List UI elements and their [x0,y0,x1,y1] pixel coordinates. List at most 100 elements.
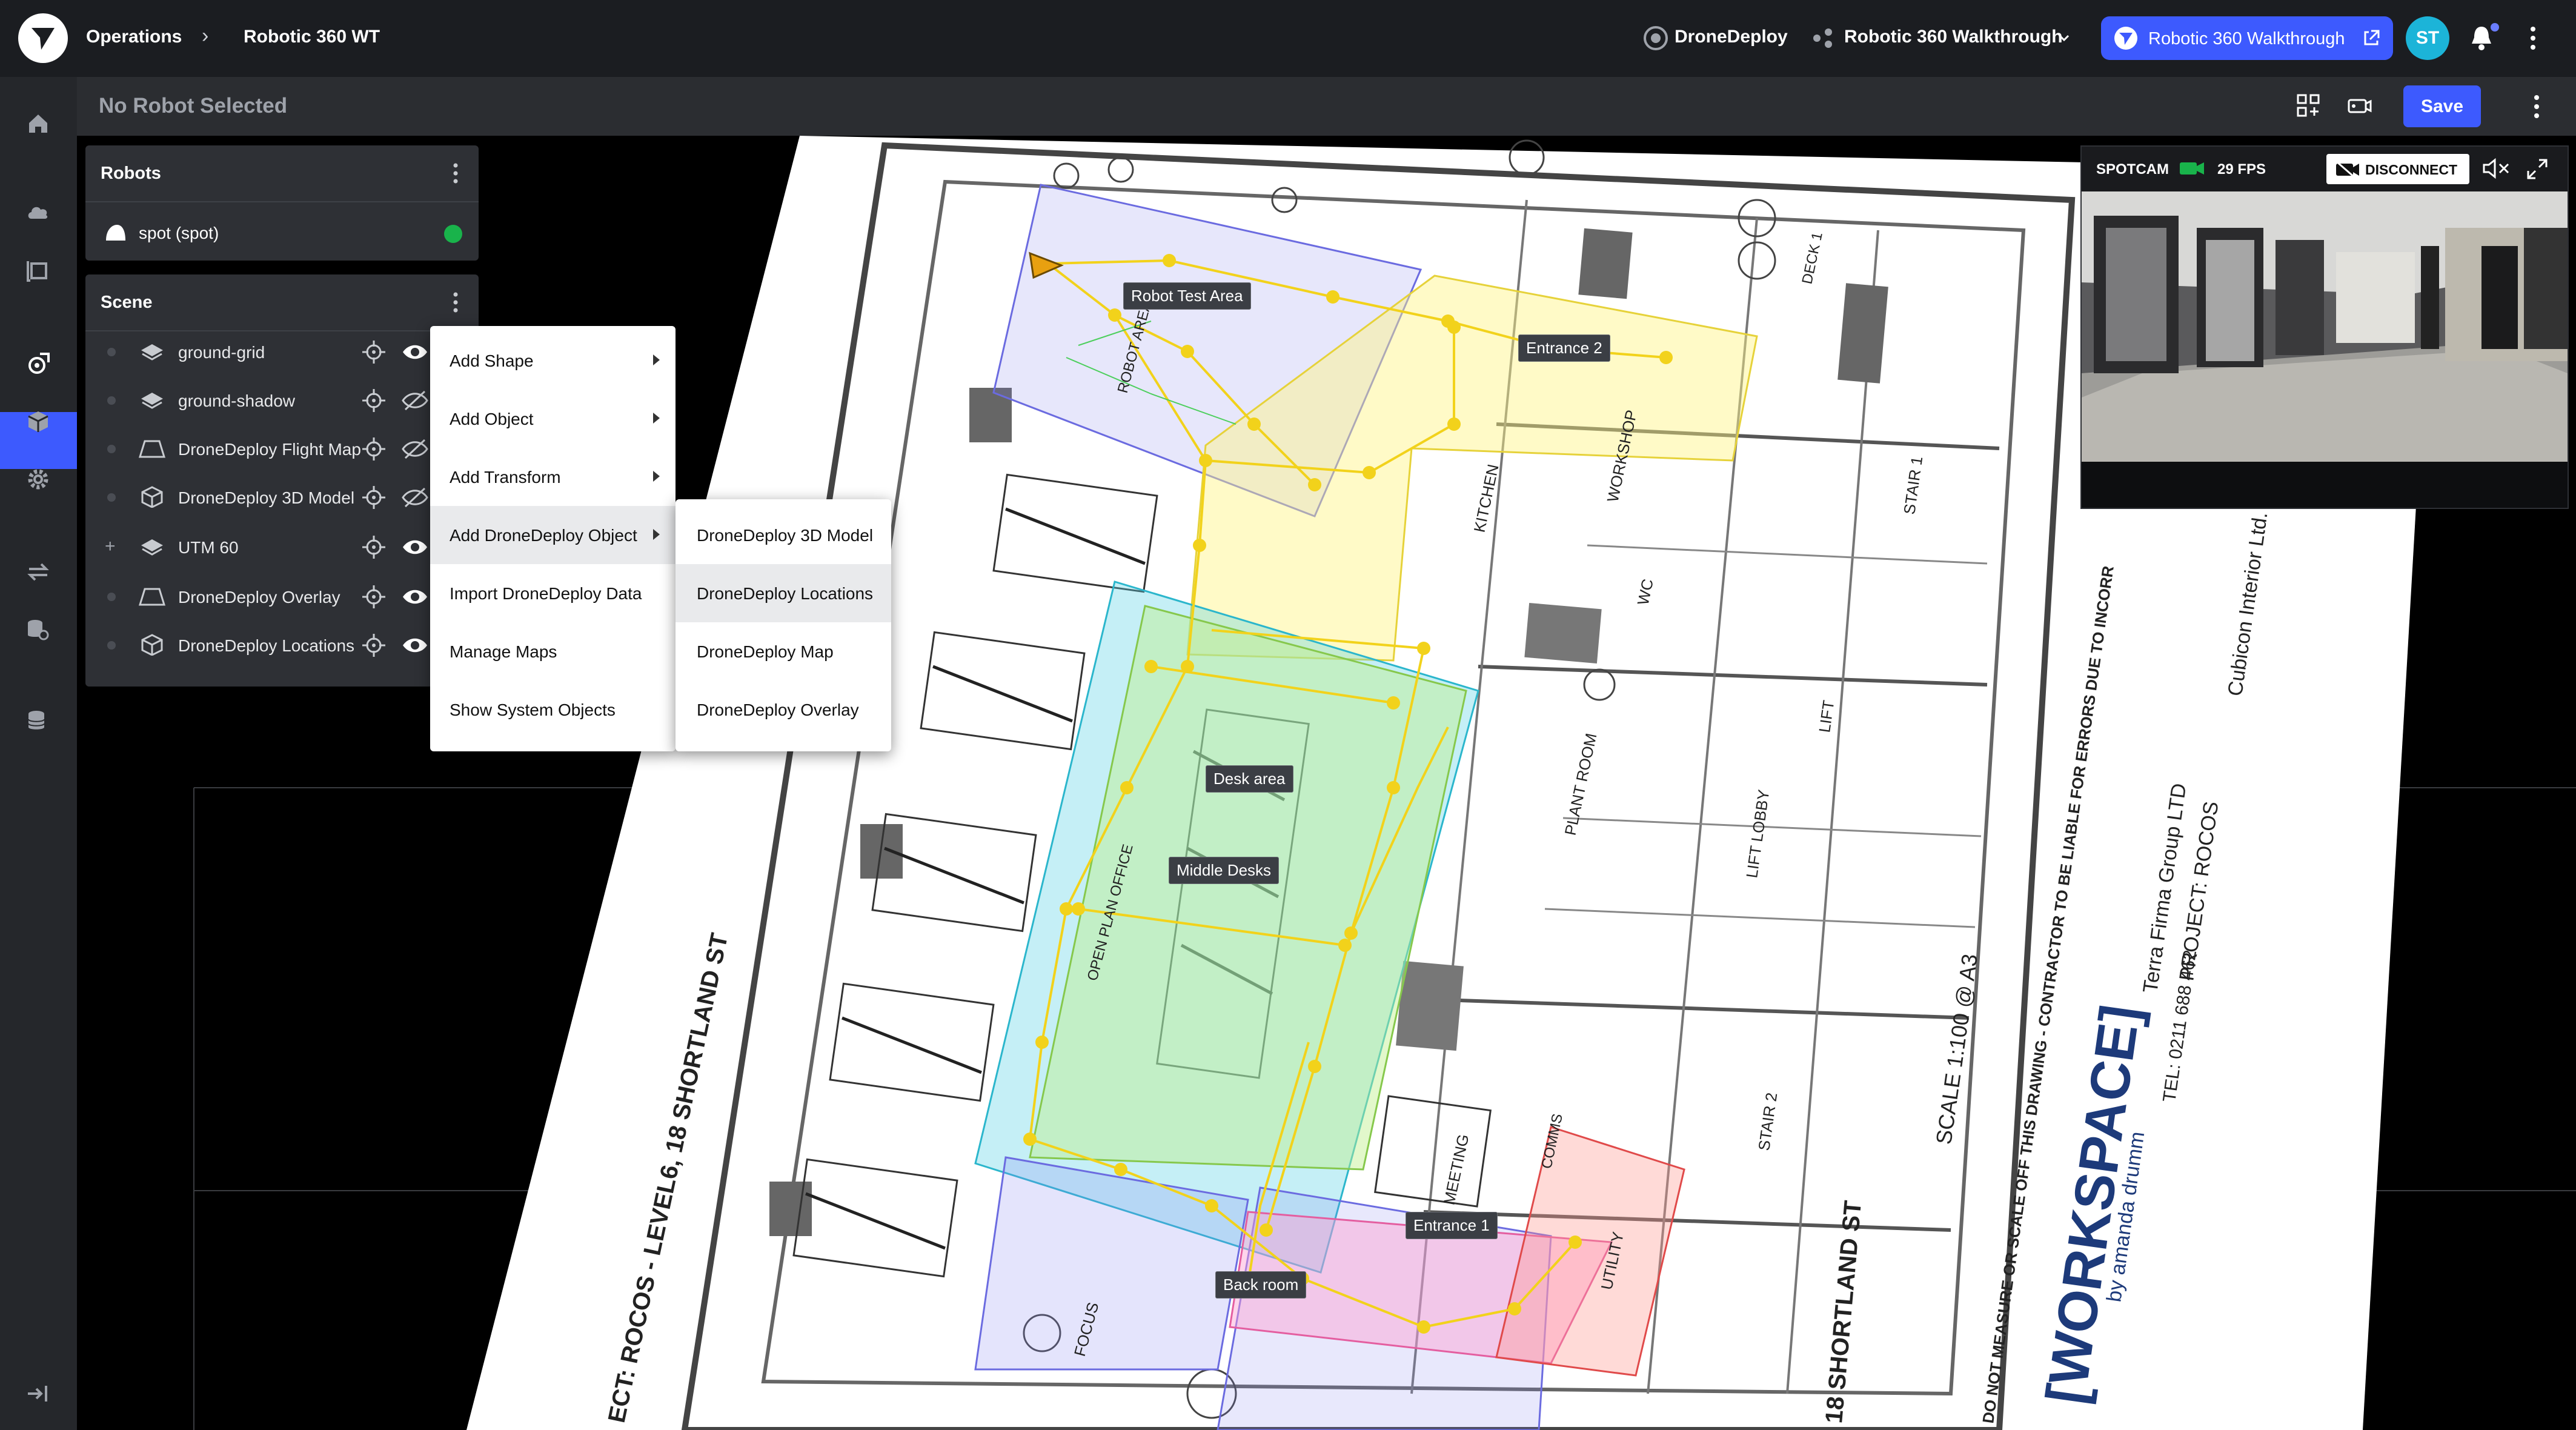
database-icon[interactable] [24,707,52,734]
scene-item[interactable]: DroneDeploy 3D Model [85,476,479,519]
submenu-item-map[interactable]: DroneDeploy Map [676,622,891,680]
submenu-arrow-icon [653,413,660,424]
eye-off-icon[interactable] [402,486,428,509]
target-icon[interactable] [361,633,387,658]
more-options-icon[interactable] [2531,93,2543,121]
submenu-item-overlay[interactable]: DroneDeploy Overlay [676,680,891,739]
scene-item[interactable]: DroneDeploy Flight Map [85,428,479,470]
submenu-item-locations[interactable]: DroneDeploy Locations [676,564,891,622]
video-off-icon [2335,160,2359,178]
menu-item-add-object[interactable]: Add Object [430,390,676,448]
scene-item[interactable]: DroneDeploy Overlay [85,576,479,618]
project-link-button[interactable]: Robotic 360 Walkthrough [2101,16,2393,60]
collapse-sidebar-icon[interactable] [24,1380,52,1408]
camera-video-frame [2082,191,2568,462]
layers-icon [141,539,163,556]
settings-gear-icon[interactable] [24,465,52,493]
expand-plus-icon[interactable]: + [105,536,116,557]
scene-item-label: ground-grid [178,343,265,362]
eye-icon[interactable] [402,341,428,364]
dronedeploy-brand-icon [1644,26,1668,50]
scene-panel: Scene ground-grid ground-shadow DroneDep… [85,274,479,687]
zone-label-desk-area[interactable]: Desk area [1206,765,1293,793]
submenu-item-3d-model[interactable]: DroneDeploy 3D Model [676,506,891,564]
scene-item[interactable]: DroneDeploy Locations [85,624,479,667]
more-options-icon[interactable] [2527,24,2539,52]
scene-panel-title: Scene [101,293,153,312]
zone-label-back-room[interactable]: Back room [1215,1271,1307,1299]
robot-status-indicator [444,225,462,243]
menu-item-label: Import DroneDeploy Data [450,584,642,603]
robot-status: No Robot Selected [99,94,288,118]
target-icon[interactable] [361,339,387,365]
mute-icon[interactable] [2481,158,2511,179]
model-cube-icon[interactable] [24,408,52,436]
breadcrumb-operations[interactable]: Operations [86,27,182,47]
zone-label-entrance-2[interactable]: Entrance 2 [1518,334,1610,362]
project-link-label: Robotic 360 Walkthrough [2148,29,2345,48]
target-icon[interactable] [361,534,387,560]
scene-item-bullet [107,396,116,405]
save-button[interactable]: Save [2403,85,2481,127]
robot-view-icon[interactable] [2345,91,2373,119]
menu-item-add-shape[interactable]: Add Shape [430,331,676,390]
panel-divider [85,201,479,202]
scene-item-bullet [107,348,116,356]
submenu-arrow-icon [653,471,660,482]
menu-item-label: Show System Objects [450,700,616,719]
target-icon[interactable] [361,388,387,413]
cube-icon [141,486,163,508]
robot-name: spot (spot) [139,224,219,242]
project-select[interactable]: Robotic 360 Walkthrough [1844,27,2063,47]
menu-item-label: DroneDeploy Locations [697,584,874,603]
menu-item-show-system-objects[interactable]: Show System Objects [430,680,676,739]
scene-item-label: DroneDeploy Flight Map [178,440,361,459]
robot-list-item[interactable]: spot (spot) [85,208,479,256]
user-avatar[interactable]: ST [2406,16,2449,60]
cloud-icon[interactable] [24,198,52,226]
camera-feed-panel: SPOTCAM 29 FPS DISCONNECT [2080,145,2569,509]
robots-panel-title: Robots [101,164,161,183]
zone-label-middle-desks[interactable]: Middle Desks [1169,857,1280,884]
robots-panel: Robots spot (spot) [85,145,479,261]
app-logo[interactable] [18,13,68,63]
eye-icon[interactable] [402,585,428,608]
zone-label-entrance-1[interactable]: Entrance 1 [1406,1212,1498,1239]
menu-item-add-transform[interactable]: Add Transform [430,448,676,506]
target-icon[interactable] [361,436,387,462]
grid-add-icon[interactable] [2294,91,2322,119]
disconnect-button[interactable]: DISCONNECT [2326,154,2469,184]
eye-off-icon[interactable] [402,389,428,412]
eye-off-icon[interactable] [402,437,428,461]
robots-menu-icon[interactable] [451,161,460,185]
menu-item-label: DroneDeploy Map [697,642,834,661]
scene-menu-icon[interactable] [451,290,460,314]
zone-label-robot-test-area[interactable]: Robot Test Area [1123,282,1251,310]
target-icon[interactable] [361,584,387,610]
gallery-icon[interactable] [24,256,52,284]
menu-item-import-dronedeploy-data[interactable]: Import DroneDeploy Data [430,564,676,622]
transfer-icon[interactable] [24,558,52,586]
chevron-down-icon[interactable] [2057,32,2071,45]
scene-item-label: DroneDeploy 3D Model [178,488,355,507]
external-link-icon [2364,30,2380,45]
scene-item[interactable]: ground-shadow [85,379,479,422]
scene-item-bullet [107,445,116,453]
map-plane-icon [139,588,165,606]
scene-item[interactable]: + UTM 60 [85,526,479,568]
scene-item-bullet [107,493,116,502]
eye-icon[interactable] [402,634,428,657]
operations-icon[interactable] [24,350,52,378]
dronedeploy-logo-icon [32,28,55,50]
data-search-icon[interactable] [24,616,52,644]
menu-item-manage-maps[interactable]: Manage Maps [430,622,676,680]
layers-icon [141,393,163,409]
scene-item-bullet [107,641,116,650]
scene-item-label: DroneDeploy Locations [178,636,355,655]
scene-item[interactable]: ground-grid [85,331,479,373]
home-icon[interactable] [24,110,52,138]
target-icon[interactable] [361,485,387,510]
fullscreen-icon[interactable] [2526,158,2549,181]
eye-icon[interactable] [402,536,428,559]
menu-item-add-dronedeploy-object[interactable]: Add DroneDeploy Object [430,506,676,564]
